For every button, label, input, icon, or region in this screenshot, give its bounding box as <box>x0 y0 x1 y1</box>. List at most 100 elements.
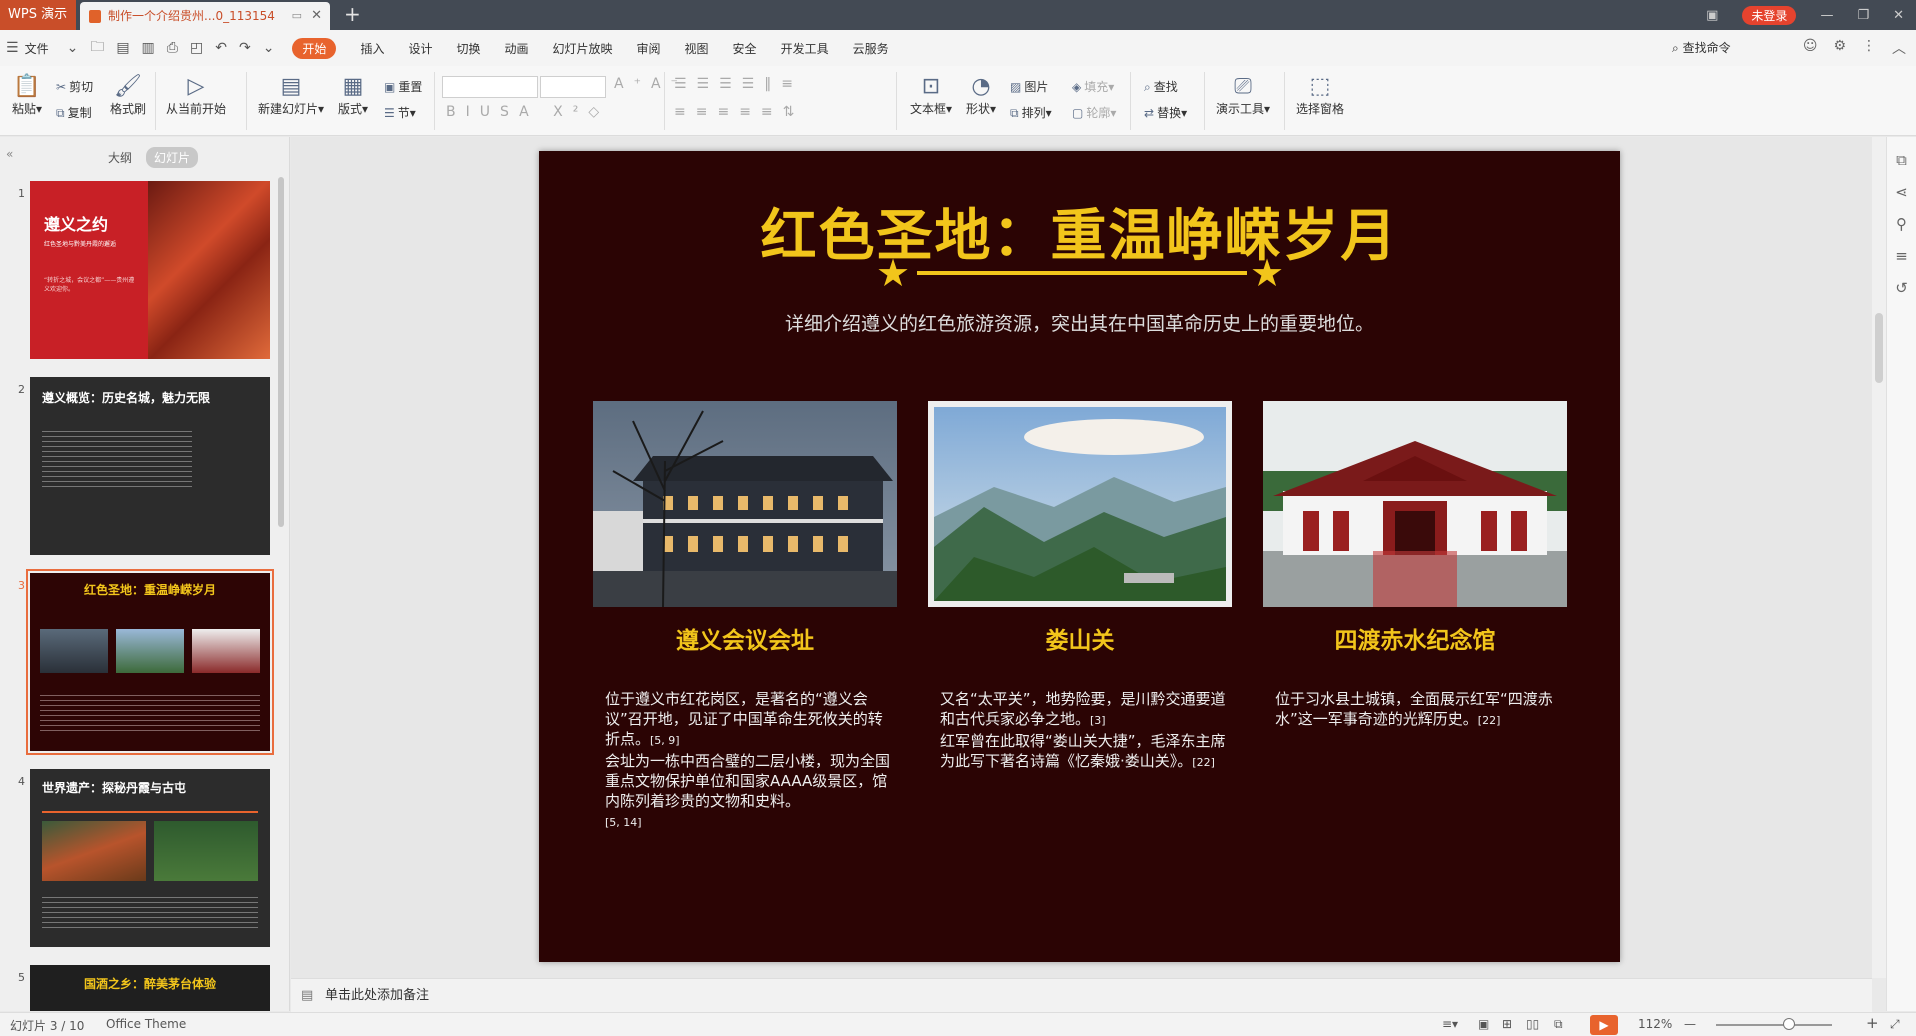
tab-security[interactable]: 安全 <box>733 40 757 57</box>
zoom-slider-knob[interactable] <box>1783 1018 1795 1030</box>
save-icon[interactable]: ▤ <box>116 40 129 56</box>
outline-button[interactable]: ▢ 轮廓▾ <box>1072 104 1116 121</box>
document-tab[interactable]: 制作一个介绍贵州...0_113154 ▭ ✕ <box>80 2 330 30</box>
replace-button[interactable]: ⇄ 替换▾ <box>1144 104 1187 121</box>
tab-insert[interactable]: 插入 <box>360 40 384 57</box>
fill-button[interactable]: ◈ 填充▾ <box>1072 78 1114 95</box>
textbox-button[interactable]: ⊡ 文本框▾ <box>910 74 952 117</box>
slide-thumbnail-5[interactable]: 国酒之乡：醉美茅台体验 <box>30 965 270 1011</box>
open-folder-icon[interactable]: 🗀 <box>90 36 104 60</box>
adjust-icon[interactable]: ≡ <box>1887 247 1916 265</box>
restore-icon[interactable]: ❐ <box>1857 8 1869 23</box>
share-icon[interactable]: ⋖ <box>1887 183 1916 201</box>
slide-thumbnail-1[interactable]: 遵义之约 红色圣地与黔美丹霞的邂逅 “转折之城，会议之都”——贵州遵义欢迎你。 <box>30 181 270 359</box>
shape-button[interactable]: ◔ 形状▾ <box>966 74 996 117</box>
picture-button[interactable]: ▨ 图片 <box>1010 78 1048 95</box>
collapse-ribbon-icon[interactable]: ︿ <box>1892 38 1906 58</box>
four-crossings-memorial-photo[interactable] <box>1263 401 1567 607</box>
export-pdf-icon[interactable]: ▥ <box>142 40 155 56</box>
redo-icon[interactable]: ↷ <box>239 40 251 56</box>
fit-window-icon[interactable]: ⤢ <box>1890 1017 1900 1032</box>
font-format-buttons[interactable]: BIUSA X²◇ <box>446 104 609 120</box>
minimize-icon[interactable]: — <box>1820 8 1833 23</box>
paste-button[interactable]: 📋 粘贴▾ <box>12 74 42 117</box>
tab-slideshow[interactable]: 幻灯片放映 <box>553 40 613 57</box>
slide-thumbnail-2[interactable]: 遵义概览：历史名城，魅力无限 <box>30 377 270 555</box>
menu-file[interactable]: 文件 <box>25 40 49 57</box>
tab-animation[interactable]: 动画 <box>504 40 528 57</box>
layout-button[interactable]: ▦ 版式▾ <box>338 74 368 117</box>
copy-panel-icon[interactable]: ⧉ <box>1887 151 1916 169</box>
reset-button[interactable]: ▣ 重置 <box>384 78 422 95</box>
close-tab-icon[interactable]: ✕ <box>311 2 322 30</box>
zoom-level[interactable]: 112% <box>1638 1017 1672 1031</box>
notes-area[interactable]: ▤ 单击此处添加备注 <box>291 978 1872 1012</box>
align-buttons[interactable]: ≡≡≡≡≡⇅ <box>674 104 804 120</box>
close-window-icon[interactable]: ✕ <box>1893 8 1904 23</box>
cut-button[interactable]: ✂ 剪切 <box>56 78 93 95</box>
slide-title[interactable]: 红色圣地：重温峥嵘岁月 <box>539 191 1620 272</box>
card-title-zunyi[interactable]: 遵义会议会址 <box>593 621 897 655</box>
zoom-out-icon[interactable]: — <box>1684 1017 1696 1031</box>
editor-scrollbar[interactable] <box>1872 137 1886 978</box>
select-pane-button[interactable]: ⬚ 选择窗格 <box>1296 74 1344 117</box>
search-command[interactable]: ⌕ 查找命令 <box>1672 39 1731 56</box>
hamburger-icon[interactable]: ☰ <box>6 40 19 56</box>
slide-thumbnail-4[interactable]: 世界遗产：探秘丹霞与古屯 <box>30 769 270 947</box>
login-button[interactable]: 未登录 <box>1742 5 1797 25</box>
tab-developer[interactable]: 开发工具 <box>781 40 829 57</box>
reading-view-icon[interactable]: ▯▯ <box>1526 1017 1539 1031</box>
print-icon[interactable]: ⎙ <box>167 40 178 56</box>
chevron-down-icon[interactable]: ⌄ <box>67 40 79 56</box>
feedback-icon[interactable]: ☺ <box>1803 38 1818 58</box>
section-button[interactable]: ☰ 节▾ <box>384 104 416 121</box>
tab-view[interactable]: 视图 <box>685 40 709 57</box>
tab-review[interactable]: 审阅 <box>637 40 661 57</box>
zunyi-conference-site-photo[interactable] <box>593 401 897 607</box>
loushan-pass-photo[interactable] <box>928 401 1232 607</box>
card-body-zunyi[interactable]: 位于遵义市红花岗区，是著名的“遵义会议”召开地，见证了中国革命生死攸关的转折点。… <box>605 689 895 833</box>
play-slideshow-button[interactable]: ▶ <box>1590 1015 1618 1035</box>
format-painter-button[interactable]: 🖌 格式刷 <box>110 74 146 117</box>
slide-sorter-icon[interactable]: ⊞ <box>1502 1017 1512 1031</box>
tab-slides[interactable]: 幻灯片 <box>146 147 199 168</box>
app-tab[interactable]: WPS 演示 <box>0 0 76 30</box>
tab-design[interactable]: 设计 <box>408 40 432 57</box>
slide-canvas[interactable]: 红色圣地：重温峥嵘岁月 ★ ★ 详细介绍遵义的红色旅游资源，突出其在中国革命历史… <box>539 151 1620 962</box>
card-title-chishui[interactable]: 四渡赤水纪念馆 <box>1263 621 1567 655</box>
new-tab-button[interactable]: + <box>344 0 361 28</box>
more-options-icon[interactable]: ⋮ <box>1862 38 1876 58</box>
tab-home[interactable]: 开始 <box>292 37 337 59</box>
from-current-button[interactable]: ▷ 从当前开始 <box>166 74 226 117</box>
notes-toggle-icon[interactable]: ≡▾ <box>1442 1017 1458 1031</box>
zoom-slider[interactable] <box>1716 1024 1832 1026</box>
tab-cloud[interactable]: 云服务 <box>853 40 889 57</box>
tab-transition[interactable]: 切换 <box>456 40 480 57</box>
font-name-select[interactable] <box>442 76 538 98</box>
zoom-in-icon[interactable]: + <box>1866 1014 1879 1032</box>
new-slide-button[interactable]: ▤ 新建幻灯片▾ <box>258 74 324 117</box>
pin-icon[interactable]: ⚲ <box>1887 215 1916 233</box>
card-body-loushan[interactable]: 又名“太平关”，地势险要，是川黔交通要道和古代兵家必争之地。[3] 红军曾在此取… <box>940 689 1230 773</box>
normal-view-icon[interactable]: ▣ <box>1478 1017 1489 1031</box>
skin-icon[interactable]: ▣ <box>1706 8 1718 23</box>
slide-thumbnail-3-selected[interactable]: 红色圣地：重温峥嵘岁月 <box>26 569 274 755</box>
scrollbar-thumb[interactable] <box>1875 313 1883 383</box>
monitor-icon[interactable]: ▭ <box>292 2 302 30</box>
display-settings-icon[interactable]: ⧉ <box>1554 1017 1563 1032</box>
find-button[interactable]: ⌕ 查找 <box>1144 78 1178 95</box>
list-buttons[interactable]: ☰☰☰☰‖≡ <box>674 76 803 92</box>
more-icon[interactable]: ⌄ <box>263 40 275 56</box>
settings-icon[interactable]: ⚙ <box>1833 38 1846 58</box>
card-body-chishui[interactable]: 位于习水县土城镇，全面展示红军“四渡赤水”这一军事奇迹的光辉历史。[22] <box>1275 689 1565 731</box>
history-icon[interactable]: ↺ <box>1887 279 1916 297</box>
arrange-button[interactable]: ⧉ 排列▾ <box>1010 104 1052 121</box>
collapse-pane-icon[interactable]: « <box>6 147 13 161</box>
present-tools-button[interactable]: ⎚ 演示工具▾ <box>1216 74 1270 117</box>
print-preview-icon[interactable]: ◰ <box>190 40 203 56</box>
font-size-select[interactable] <box>540 76 606 98</box>
copy-button[interactable]: ⧉ 复制 <box>56 104 92 121</box>
tab-outline[interactable]: 大纲 <box>100 147 140 168</box>
thumbnail-scrollbar[interactable] <box>278 177 284 527</box>
slide-subtitle[interactable]: 详细介绍遵义的红色旅游资源，突出其在中国革命历史上的重要地位。 <box>539 309 1620 336</box>
